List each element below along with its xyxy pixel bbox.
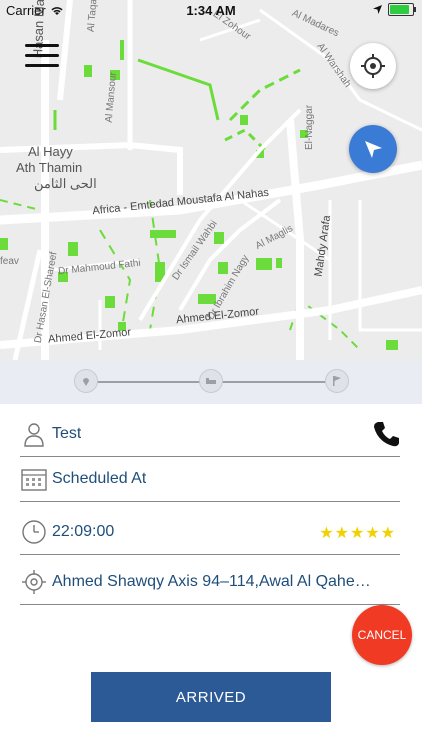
status-time: 1:34 AM [186, 3, 236, 18]
navigate-button[interactable] [349, 125, 397, 173]
battery-fill [390, 5, 409, 14]
trip-progress [0, 360, 422, 404]
schedule-row: Scheduled At [20, 457, 400, 502]
bed-icon [206, 378, 216, 384]
person-icon [20, 420, 48, 448]
map-label-ath-thamin: Ath Thamin [16, 160, 83, 175]
cancel-button[interactable]: CANCEL [352, 605, 412, 665]
pickup-address: Ahmed Shawqy Axis 94–114,Awal Al Qahe… [52, 573, 371, 590]
time-row: 22:09:00 ★★★★★ [20, 510, 400, 555]
map-label-al-hayy: Al Hayy [28, 144, 73, 159]
step-pickup [74, 369, 98, 393]
map-label-el-naggar: El-Naggar [304, 104, 315, 150]
map-label-arabic-name: الحى الثامن [34, 176, 97, 191]
customer-row: Test [20, 412, 400, 457]
status-right [373, 3, 416, 16]
clock-icon [20, 518, 48, 546]
location-arrow-icon [373, 5, 382, 14]
phone-icon[interactable] [372, 420, 400, 448]
map-label-feav: feav [0, 256, 19, 267]
battery-icon [388, 3, 416, 16]
customer-name: Test [52, 425, 82, 442]
navigation-arrow-icon [365, 141, 382, 158]
locate-me-button[interactable] [350, 43, 396, 89]
scheduled-time: 22:09:00 [52, 523, 115, 540]
flag-icon [333, 376, 341, 386]
step-dropoff [325, 369, 349, 393]
scheduled-label: Scheduled At [52, 470, 147, 487]
address-row: Ahmed Shawqy Axis 94–114,Awal Al Qahe… [20, 560, 400, 605]
location-pin-icon [83, 378, 89, 386]
status-bar: Carrier 1:34 AM [0, 0, 422, 22]
crosshair-location-icon [20, 568, 48, 596]
hamburger-menu-icon[interactable] [25, 42, 61, 70]
calendar-icon [20, 465, 48, 493]
crosshair-icon [361, 54, 385, 78]
arrived-button[interactable]: ARRIVED [91, 672, 331, 722]
rating-stars: ★★★★★ [319, 525, 396, 542]
step-ride [199, 369, 223, 393]
